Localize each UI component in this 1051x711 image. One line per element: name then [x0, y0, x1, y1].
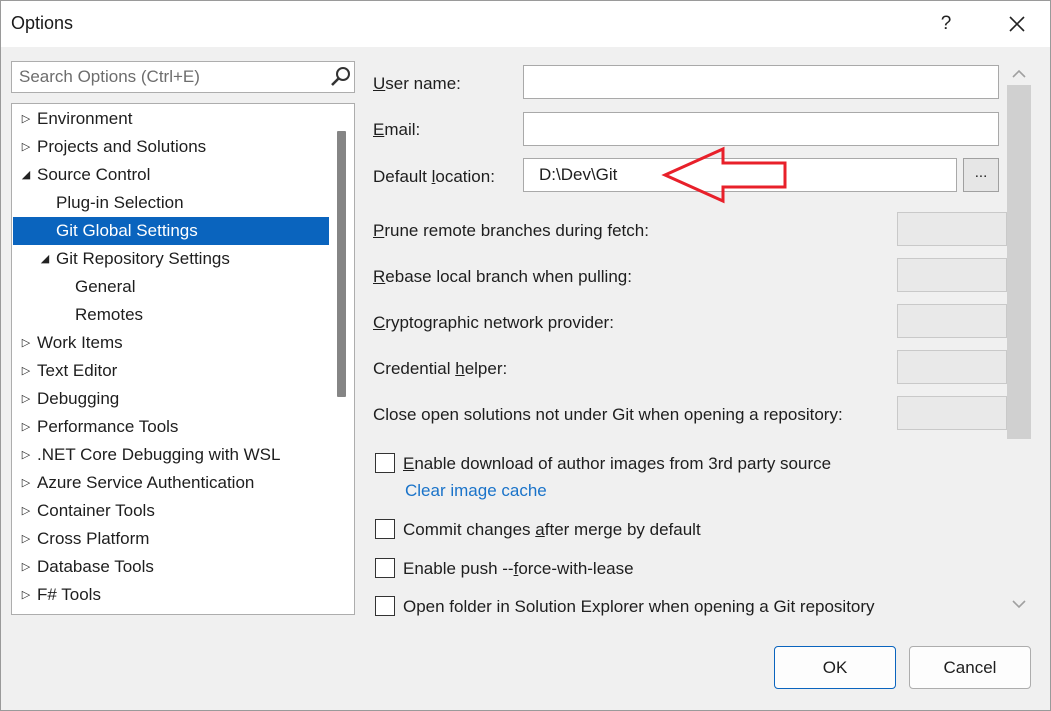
collapse-arrow-icon[interactable]: ◢ — [19, 161, 33, 189]
crypto-provider-dropdown[interactable] — [897, 304, 1007, 338]
tree-item-label: Plug-in Selection — [56, 193, 184, 212]
author-images-label: Enable download of author images from 3r… — [403, 454, 832, 473]
tree-item-remotes[interactable]: Remotes — [13, 301, 329, 329]
browse-button[interactable]: ... — [963, 158, 999, 192]
tree-item-label: Environment — [37, 109, 133, 128]
tree-item-label: Work Items — [37, 333, 123, 352]
tree-item-label: Database Tools — [37, 557, 154, 576]
tree-item-net-core-debugging[interactable]: ▷ .NET Core Debugging with WSL — [13, 441, 329, 469]
tree-item-label: .NET Core Debugging with WSL — [37, 445, 281, 464]
search-input[interactable] — [12, 62, 322, 92]
options-tree: ▷ Environment ▷ Projects and Solutions ◢… — [11, 103, 355, 615]
tree-item-environment[interactable]: ▷ Environment — [13, 105, 329, 133]
tree-item-label: Container Tools — [37, 501, 155, 520]
author-images-checkbox[interactable] — [375, 453, 395, 473]
tree-scrollbar-thumb[interactable] — [337, 131, 346, 397]
expand-arrow-icon[interactable]: ▷ — [19, 497, 33, 525]
clear-image-cache-link[interactable]: Clear image cache — [405, 481, 547, 501]
tree-item-label: Azure Service Authentication — [37, 473, 255, 492]
force-with-lease-label: Enable push --force-with-lease — [403, 559, 634, 578]
tree-item-text-editor[interactable]: ▷ Text Editor — [13, 357, 329, 385]
expand-arrow-icon[interactable]: ▷ — [19, 441, 33, 469]
tree-item-label: Performance Tools — [37, 417, 179, 436]
tree-item-label: Debugging — [37, 389, 120, 408]
dialog-title: Options — [11, 13, 74, 33]
expand-arrow-icon[interactable]: ▷ — [19, 581, 33, 609]
tree-item-label: General — [75, 277, 136, 296]
expand-arrow-icon[interactable]: ▷ — [19, 469, 33, 497]
expand-arrow-icon[interactable]: ▷ — [19, 357, 33, 385]
tree-item-container-tools[interactable]: ▷ Container Tools — [13, 497, 329, 525]
tree-item-work-items[interactable]: ▷ Work Items — [13, 329, 329, 357]
help-button[interactable]: ? — [929, 9, 963, 39]
title-bar: Options ? — [1, 1, 1050, 47]
tree-item-git-global-settings[interactable]: Git Global Settings — [13, 217, 329, 245]
scroll-down-icon[interactable] — [1007, 593, 1031, 615]
commit-after-merge-checkbox[interactable] — [375, 519, 395, 539]
tree-item-label: Git Global Settings — [56, 221, 198, 240]
tree-item-label: Git Repository Settings — [56, 249, 230, 268]
tree-item-label: Cross Platform — [37, 529, 150, 548]
open-folder-checkbox[interactable] — [375, 596, 395, 616]
credential-helper-dropdown[interactable] — [897, 350, 1007, 384]
tree-item-cross-platform[interactable]: ▷ Cross Platform — [13, 525, 329, 553]
close-icon — [1009, 16, 1025, 32]
user-name-input[interactable] — [524, 66, 998, 98]
credential-helper-label: Credential helper: — [373, 359, 508, 378]
expand-arrow-icon[interactable]: ▷ — [19, 105, 33, 133]
email-label: Email: — [373, 120, 421, 139]
tree-item-performance-tools[interactable]: ▷ Performance Tools — [13, 413, 329, 441]
annotation-arrow-icon — [661, 146, 787, 204]
tree-item-projects-and-solutions[interactable]: ▷ Projects and Solutions — [13, 133, 329, 161]
close-button[interactable] — [997, 9, 1037, 39]
prune-dropdown[interactable] — [897, 212, 1007, 246]
rebase-label: Rebase local branch when pulling: — [373, 267, 632, 286]
email-field[interactable] — [523, 112, 999, 146]
user-name-label: User name: — [373, 74, 461, 93]
panel-scrollbar-thumb[interactable] — [1007, 85, 1031, 439]
tree-item-azure-service-authentication[interactable]: ▷ Azure Service Authentication — [13, 469, 329, 497]
tree-item-fsharp-tools[interactable]: ▷ F# Tools — [13, 581, 329, 609]
commit-after-merge-label: Commit changes after merge by default — [403, 520, 701, 539]
close-open-solutions-dropdown[interactable] — [897, 396, 1007, 430]
search-icon[interactable] — [330, 66, 352, 88]
expand-arrow-icon[interactable]: ▷ — [19, 133, 33, 161]
expand-arrow-icon[interactable]: ▷ — [19, 329, 33, 357]
tree-item-label: Text Editor — [37, 361, 118, 380]
crypto-provider-label: Cryptographic network provider: — [373, 313, 614, 332]
expand-arrow-icon[interactable]: ▷ — [19, 553, 33, 581]
open-folder-label: Open folder in Solution Explorer when op… — [403, 597, 875, 616]
tree-item-label: Remotes — [75, 305, 144, 324]
force-with-lease-checkbox[interactable] — [375, 558, 395, 578]
options-dialog: Options ? ▷ Environment ▷ Projects and S… — [0, 0, 1051, 711]
close-open-solutions-label: Close open solutions not under Git when … — [373, 405, 843, 424]
cancel-button[interactable]: Cancel — [909, 646, 1031, 689]
prune-label: Prune remote branches during fetch: — [373, 221, 649, 240]
tree-item-plug-in-selection[interactable]: Plug-in Selection — [13, 189, 329, 217]
search-box — [11, 61, 355, 93]
expand-arrow-icon[interactable]: ▷ — [19, 413, 33, 441]
collapse-arrow-icon[interactable]: ◢ — [38, 245, 52, 273]
tree-item-label: F# Tools — [37, 585, 101, 604]
rebase-dropdown[interactable] — [897, 258, 1007, 292]
tree-item-label: Source Control — [37, 165, 151, 184]
ok-button[interactable]: OK — [774, 646, 896, 689]
user-name-field[interactable] — [523, 65, 999, 99]
default-location-label: Default location: — [373, 167, 495, 186]
tree-item-debugging[interactable]: ▷ Debugging — [13, 385, 329, 413]
tree-item-source-control[interactable]: ◢ Source Control — [13, 161, 329, 189]
expand-arrow-icon[interactable]: ▷ — [19, 385, 33, 413]
expand-arrow-icon[interactable]: ▷ — [19, 525, 33, 553]
email-input[interactable] — [524, 113, 998, 145]
scroll-up-icon[interactable] — [1007, 63, 1031, 85]
tree-item-general[interactable]: General — [13, 273, 329, 301]
tree-item-git-repository-settings[interactable]: ◢ Git Repository Settings — [13, 245, 329, 273]
tree-item-database-tools[interactable]: ▷ Database Tools — [13, 553, 329, 581]
tree-item-label: Projects and Solutions — [37, 137, 207, 156]
